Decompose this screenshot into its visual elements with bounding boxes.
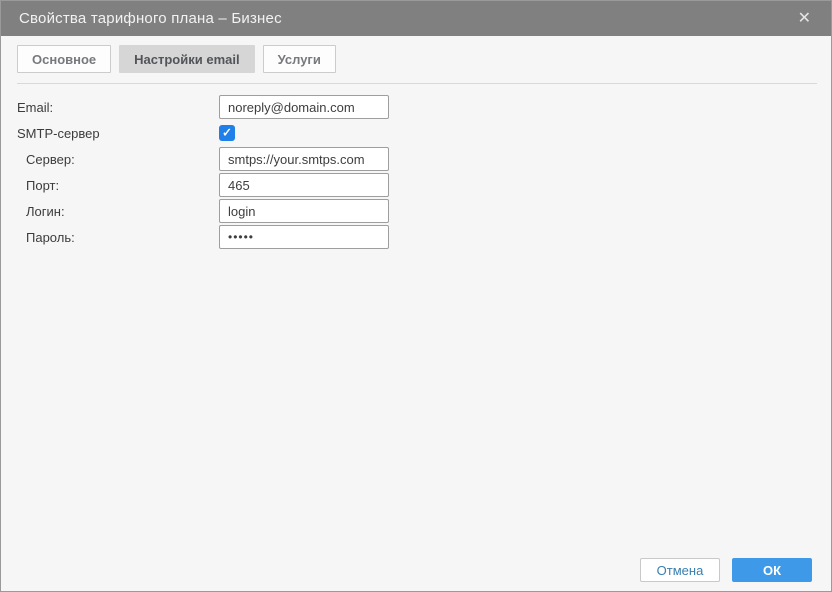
checkmark-icon: ✓ — [221, 125, 233, 140]
dialog-title: Свойства тарифного плана – Бизнес — [19, 10, 282, 27]
smtp-server-row: SMTP-сервер ✓ — [17, 121, 831, 145]
smtp-server-label: SMTP-сервер — [17, 125, 100, 141]
tabs-separator — [17, 83, 817, 84]
port-input[interactable] — [219, 173, 389, 197]
footer-buttons: Отмена ОК — [640, 558, 812, 582]
smtp-checkbox[interactable]: ✓ — [219, 125, 235, 141]
email-label: Email: — [17, 99, 54, 115]
tab-services[interactable]: Услуги — [262, 45, 336, 73]
tab-email-settings[interactable]: Настройки email — [119, 45, 255, 73]
password-label: Пароль: — [26, 229, 75, 245]
tariff-plan-properties-dialog: Свойства тарифного плана – Бизнес ✕ Осно… — [0, 0, 832, 592]
password-input[interactable] — [219, 225, 389, 249]
email-row: Email: — [17, 95, 831, 119]
email-settings-form: Email: SMTP-сервер ✓ Сервер: Порт: Логин… — [17, 95, 831, 249]
password-row: Пароль: — [17, 225, 831, 249]
cancel-button[interactable]: Отмена — [640, 558, 720, 582]
tab-bar: Основное Настройки email Услуги — [1, 36, 831, 73]
tab-main[interactable]: Основное — [17, 45, 112, 73]
login-row: Логин: — [17, 199, 831, 223]
port-row: Порт: — [17, 173, 831, 197]
close-icon[interactable]: ✕ — [792, 7, 817, 31]
email-input[interactable] — [219, 95, 389, 119]
login-input[interactable] — [219, 199, 389, 223]
port-label: Порт: — [26, 177, 60, 193]
server-label: Сервер: — [26, 151, 75, 167]
ok-button[interactable]: ОК — [732, 558, 812, 582]
server-row: Сервер: — [17, 147, 831, 171]
titlebar: Свойства тарифного плана – Бизнес ✕ — [1, 1, 831, 36]
server-input[interactable] — [219, 147, 389, 171]
login-label: Логин: — [26, 203, 65, 219]
